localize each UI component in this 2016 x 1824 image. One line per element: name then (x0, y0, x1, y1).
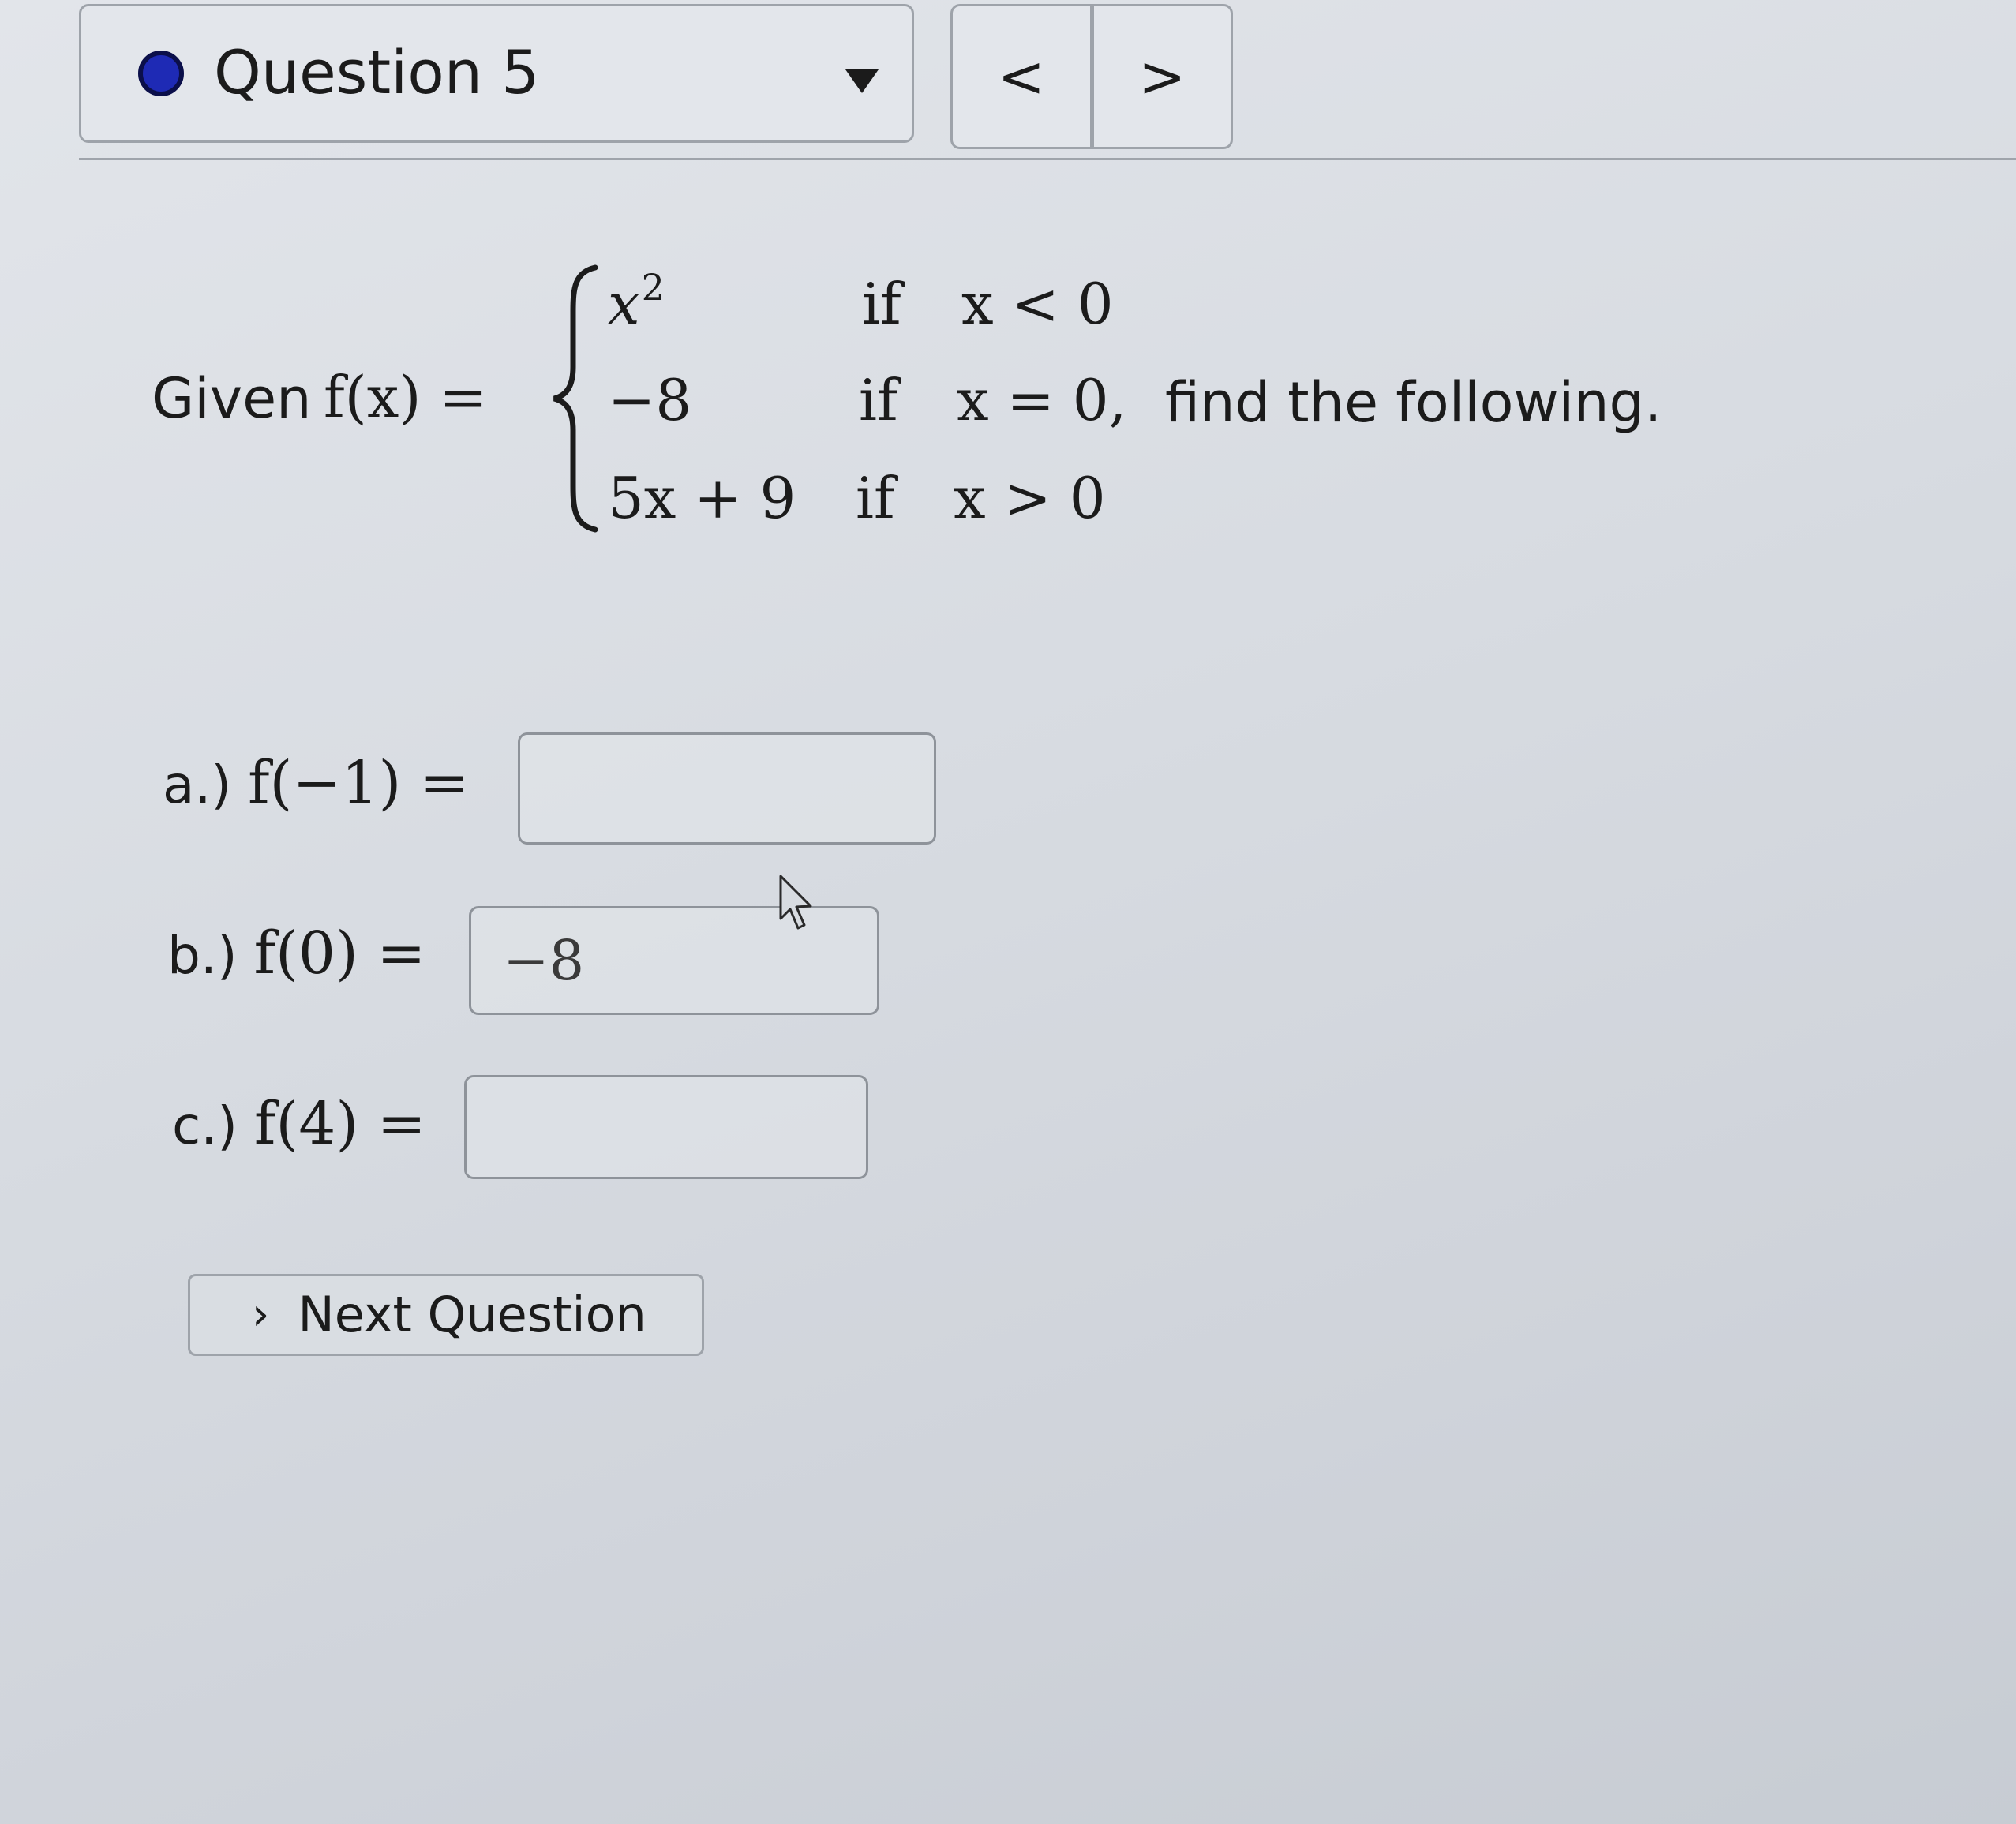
question-nav: < > (950, 4, 1233, 149)
answer-c-label: c.) f(4) = (172, 1092, 426, 1158)
question-title: Question 5 (214, 37, 540, 107)
answer-c-expression: f(4) = (254, 1090, 426, 1158)
answer-a-expression: f(−1) = (248, 749, 469, 817)
case-3-condition: x > 0 (954, 465, 1106, 531)
answer-b-prefix: b.) (167, 925, 238, 986)
chevron-left-icon: < (997, 43, 1045, 110)
piecewise-brace (553, 264, 598, 533)
case-2-expression: −8 (608, 367, 692, 433)
answer-b-expression: f(0) = (253, 919, 426, 987)
case-3-expression: 5x + 9 (608, 465, 796, 531)
next-question-arrow-button[interactable]: > (1089, 6, 1231, 147)
answer-c-prefix: c.) (172, 1096, 238, 1156)
answer-c-input[interactable] (464, 1075, 868, 1179)
answer-b-label: b.) f(0) = (167, 922, 425, 987)
question-selector[interactable]: Question 5 (79, 4, 914, 143)
problem-statement: Given f(x) = x2 if x < 0 −8 if x = 0, 5x… (152, 257, 1730, 556)
case-2-condition: x = 0, (957, 367, 1127, 433)
case-3-if: if (856, 465, 895, 531)
next-question-label: Next Question (298, 1286, 646, 1343)
chevron-right-icon: > (1138, 43, 1186, 110)
mouse-pointer-icon (779, 875, 812, 930)
caret-down-icon[interactable] (845, 69, 879, 93)
answer-a-prefix: a.) (163, 755, 232, 815)
given-label: Given (152, 366, 312, 431)
case-1-expression: x2 (608, 266, 665, 337)
header-divider (79, 158, 2016, 160)
case-1-condition: x < 0 (961, 271, 1114, 337)
answer-b-input[interactable] (469, 906, 879, 1015)
next-question-button[interactable]: › Next Question (188, 1274, 704, 1356)
answer-a-label: a.) f(−1) = (163, 751, 469, 817)
find-instruction: find the following. (1165, 370, 1662, 435)
answer-a-input[interactable] (518, 732, 936, 845)
case-1-if: if (862, 271, 901, 337)
chevron-right-icon: › (252, 1289, 270, 1340)
case-2-if: if (859, 367, 898, 433)
question-status-dot (138, 51, 184, 96)
previous-question-button[interactable]: < (953, 6, 1090, 147)
function-lhs: f(x) = (324, 364, 487, 430)
